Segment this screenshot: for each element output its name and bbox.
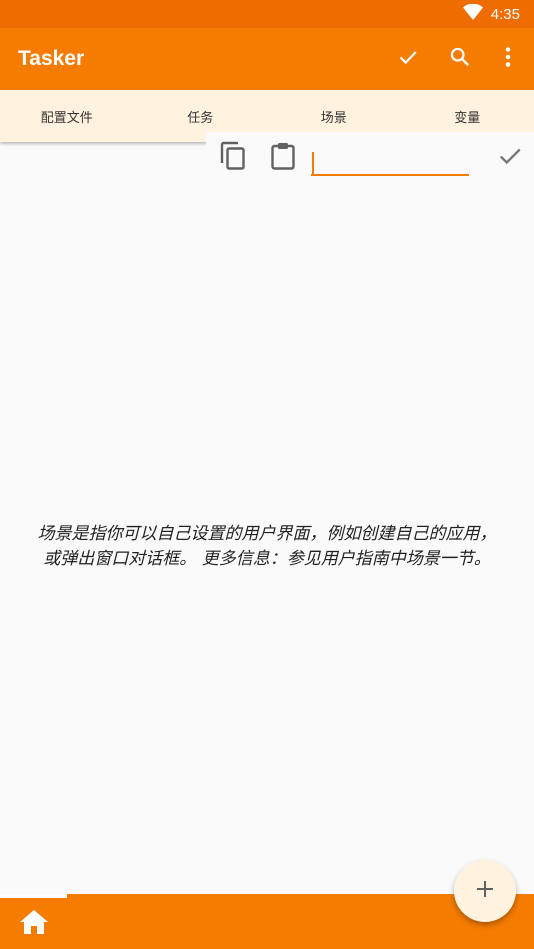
status-bar: 4:35 [0, 0, 534, 28]
screen: 4:35 Tasker 配置文件 任务 场景 变量 场景是指你可以自己设置的用户… [0, 0, 534, 949]
text-cursor [312, 152, 315, 174]
overflow-menu-button[interactable] [486, 33, 530, 85]
check-icon [497, 143, 523, 173]
paste-button[interactable] [259, 134, 307, 182]
home-button[interactable] [12, 904, 56, 944]
scene-name-panel [206, 132, 534, 184]
copy-button[interactable] [209, 134, 257, 182]
app-bar: Tasker [0, 28, 534, 90]
status-time: 4:35 [490, 5, 520, 23]
bottom-bar [0, 894, 534, 949]
scene-name-input[interactable] [311, 140, 470, 174]
wifi-icon [462, 3, 483, 24]
apply-button[interactable] [382, 33, 434, 85]
home-icon [19, 908, 49, 940]
copy-icon [219, 141, 247, 175]
info-line-2: 或弹出窗口对话框。 更多信息：参见用户指南中场景一节。 [43, 549, 491, 569]
more-vert-icon [504, 46, 512, 72]
search-icon [449, 46, 471, 72]
app-title: Tasker [18, 47, 85, 70]
scenes-info-text: 场景是指你可以自己设置的用户界面，例如创建自己的应用， 或弹出窗口对话框。 更多… [0, 522, 534, 572]
scroll-indicator [0, 894, 67, 898]
add-icon [475, 879, 495, 903]
clipboard-icon [270, 141, 296, 175]
tab-profiles[interactable]: 配置文件 [0, 90, 134, 142]
search-button[interactable] [434, 33, 486, 85]
check-icon [397, 46, 419, 72]
info-line-1: 场景是指你可以自己设置的用户界面，例如创建自己的应用， [37, 524, 497, 544]
confirm-name-button[interactable] [486, 134, 534, 182]
scene-name-field [311, 140, 470, 176]
add-scene-button[interactable] [454, 860, 516, 922]
